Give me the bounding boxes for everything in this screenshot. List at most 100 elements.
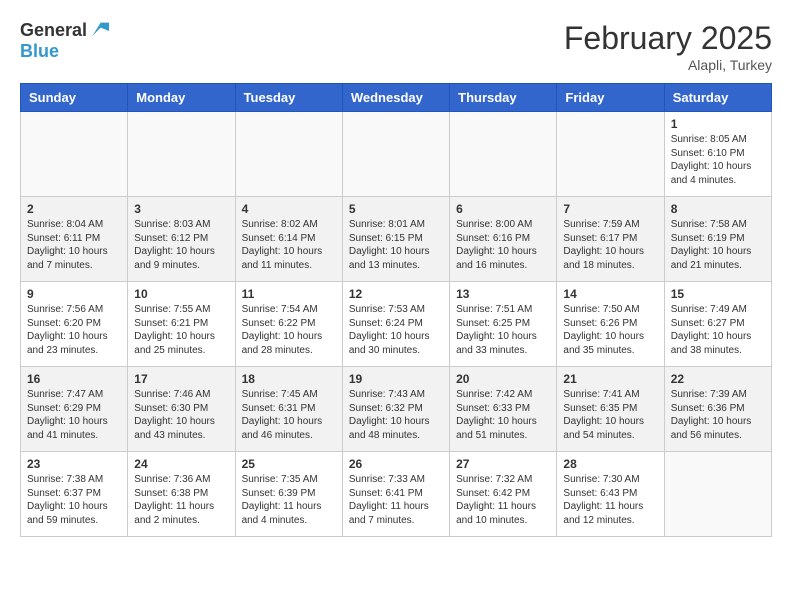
day-number: 16	[27, 372, 121, 386]
day-info: Sunrise: 7:47 AM Sunset: 6:29 PM Dayligh…	[27, 388, 121, 442]
calendar-day	[450, 112, 557, 197]
calendar-day: 21 Sunrise: 7:41 AM Sunset: 6:35 PM Dayli…	[557, 367, 664, 452]
day-number: 26	[349, 457, 443, 471]
day-info: Sunrise: 8:05 AM Sunset: 6:10 PM Dayligh…	[671, 133, 765, 187]
calendar-day: 23 Sunrise: 7:38 AM Sunset: 6:37 PM Dayli…	[21, 452, 128, 537]
calendar-week-row: 1 Sunrise: 8:05 AM Sunset: 6:10 PM Daylig…	[21, 112, 772, 197]
day-number: 7	[563, 202, 657, 216]
day-number: 6	[456, 202, 550, 216]
calendar-day	[664, 452, 771, 537]
calendar-day: 2 Sunrise: 8:04 AM Sunset: 6:11 PM Daylig…	[21, 197, 128, 282]
calendar-day: 28 Sunrise: 7:30 AM Sunset: 6:43 PM Dayli…	[557, 452, 664, 537]
calendar-day: 18 Sunrise: 7:45 AM Sunset: 6:31 PM Dayli…	[235, 367, 342, 452]
day-number: 22	[671, 372, 765, 386]
calendar-day: 24Sunrise: 7:36 AM Sunset: 6:38 PM Dayli…	[128, 452, 235, 537]
weekday-header-thursday: Thursday	[450, 84, 557, 112]
logo-general-text: General	[20, 20, 87, 41]
weekday-header-tuesday: Tuesday	[235, 84, 342, 112]
day-info: Sunrise: 7:32 AM Sunset: 6:42 PM Dayligh…	[456, 473, 550, 527]
day-number: 27	[456, 457, 550, 471]
day-number: 21	[563, 372, 657, 386]
day-number: 13	[456, 287, 550, 301]
day-info: Sunrise: 7:58 AM Sunset: 6:19 PM Dayligh…	[671, 218, 765, 272]
calendar-day	[21, 112, 128, 197]
day-info: Sunrise: 7:49 AM Sunset: 6:27 PM Dayligh…	[671, 303, 765, 357]
calendar-day: 13Sunrise: 7:51 AM Sunset: 6:25 PM Dayli…	[450, 282, 557, 367]
day-number: 10	[134, 287, 228, 301]
day-number: 11	[242, 287, 336, 301]
weekday-header-monday: Monday	[128, 84, 235, 112]
day-number: 12	[349, 287, 443, 301]
day-info: Sunrise: 8:00 AM Sunset: 6:16 PM Dayligh…	[456, 218, 550, 272]
calendar-day	[557, 112, 664, 197]
day-number: 19	[349, 372, 443, 386]
day-info: Sunrise: 7:55 AM Sunset: 6:21 PM Dayligh…	[134, 303, 228, 357]
day-info: Sunrise: 7:30 AM Sunset: 6:43 PM Dayligh…	[563, 473, 657, 527]
day-number: 8	[671, 202, 765, 216]
day-info: Sunrise: 8:03 AM Sunset: 6:12 PM Dayligh…	[134, 218, 228, 272]
calendar-day: 10 Sunrise: 7:55 AM Sunset: 6:21 PM Dayli…	[128, 282, 235, 367]
day-number: 2	[27, 202, 121, 216]
calendar-day: 9Sunrise: 7:56 AM Sunset: 6:20 PM Daylig…	[21, 282, 128, 367]
calendar-day: 8 Sunrise: 7:58 AM Sunset: 6:19 PM Daylig…	[664, 197, 771, 282]
day-info: Sunrise: 7:42 AM Sunset: 6:33 PM Dayligh…	[456, 388, 550, 442]
day-number: 28	[563, 457, 657, 471]
day-info: Sunrise: 7:54 AM Sunset: 6:22 PM Dayligh…	[242, 303, 336, 357]
calendar-day: 19 Sunrise: 7:43 AM Sunset: 6:32 PM Dayli…	[342, 367, 449, 452]
calendar-week-row: 9Sunrise: 7:56 AM Sunset: 6:20 PM Daylig…	[21, 282, 772, 367]
month-title: February 2025	[564, 20, 772, 57]
calendar-day	[235, 112, 342, 197]
day-number: 3	[134, 202, 228, 216]
day-info: Sunrise: 7:38 AM Sunset: 6:37 PM Dayligh…	[27, 473, 121, 527]
logo-blue-text: Blue	[20, 41, 59, 62]
calendar-day: 20Sunrise: 7:42 AM Sunset: 6:33 PM Dayli…	[450, 367, 557, 452]
day-info: Sunrise: 7:56 AM Sunset: 6:20 PM Dayligh…	[27, 303, 121, 357]
day-info: Sunrise: 7:39 AM Sunset: 6:36 PM Dayligh…	[671, 388, 765, 442]
calendar-day: 3 Sunrise: 8:03 AM Sunset: 6:12 PM Daylig…	[128, 197, 235, 282]
day-info: Sunrise: 7:59 AM Sunset: 6:17 PM Dayligh…	[563, 218, 657, 272]
calendar-day: 7 Sunrise: 7:59 AM Sunset: 6:17 PM Daylig…	[557, 197, 664, 282]
calendar-header-row: SundayMondayTuesdayWednesdayThursdayFrid…	[21, 84, 772, 112]
calendar-day: 12 Sunrise: 7:53 AM Sunset: 6:24 PM Dayli…	[342, 282, 449, 367]
day-number: 18	[242, 372, 336, 386]
day-number: 25	[242, 457, 336, 471]
title-block: February 2025 Alapli, Turkey	[564, 20, 772, 73]
day-number: 14	[563, 287, 657, 301]
day-info: Sunrise: 7:53 AM Sunset: 6:24 PM Dayligh…	[349, 303, 443, 357]
page-header: General Blue February 2025 Alapli, Turke…	[20, 20, 772, 73]
calendar-table: SundayMondayTuesdayWednesdayThursdayFrid…	[20, 83, 772, 537]
weekday-header-wednesday: Wednesday	[342, 84, 449, 112]
weekday-header-saturday: Saturday	[664, 84, 771, 112]
day-number: 24	[134, 457, 228, 471]
day-number: 5	[349, 202, 443, 216]
day-info: Sunrise: 8:02 AM Sunset: 6:14 PM Dayligh…	[242, 218, 336, 272]
calendar-day: 15 Sunrise: 7:49 AM Sunset: 6:27 PM Dayli…	[664, 282, 771, 367]
day-number: 17	[134, 372, 228, 386]
logo: General Blue	[20, 20, 109, 62]
logo-icon	[89, 21, 109, 41]
subtitle: Alapli, Turkey	[564, 57, 772, 73]
day-number: 23	[27, 457, 121, 471]
day-info: Sunrise: 7:45 AM Sunset: 6:31 PM Dayligh…	[242, 388, 336, 442]
calendar-day: 6 Sunrise: 8:00 AM Sunset: 6:16 PM Daylig…	[450, 197, 557, 282]
day-info: Sunrise: 7:33 AM Sunset: 6:41 PM Dayligh…	[349, 473, 443, 527]
day-info: Sunrise: 7:46 AM Sunset: 6:30 PM Dayligh…	[134, 388, 228, 442]
day-info: Sunrise: 7:43 AM Sunset: 6:32 PM Dayligh…	[349, 388, 443, 442]
calendar-day: 4 Sunrise: 8:02 AM Sunset: 6:14 PM Daylig…	[235, 197, 342, 282]
day-info: Sunrise: 8:04 AM Sunset: 6:11 PM Dayligh…	[27, 218, 121, 272]
calendar-week-row: 16 Sunrise: 7:47 AM Sunset: 6:29 PM Dayli…	[21, 367, 772, 452]
calendar-day: 16 Sunrise: 7:47 AM Sunset: 6:29 PM Dayli…	[21, 367, 128, 452]
day-info: Sunrise: 7:35 AM Sunset: 6:39 PM Dayligh…	[242, 473, 336, 527]
day-number: 1	[671, 117, 765, 131]
day-number: 15	[671, 287, 765, 301]
calendar-day: 1 Sunrise: 8:05 AM Sunset: 6:10 PM Daylig…	[664, 112, 771, 197]
calendar-day	[342, 112, 449, 197]
day-info: Sunrise: 7:41 AM Sunset: 6:35 PM Dayligh…	[563, 388, 657, 442]
day-number: 4	[242, 202, 336, 216]
calendar-day: 5Sunrise: 8:01 AM Sunset: 6:15 PM Daylig…	[342, 197, 449, 282]
calendar-day	[128, 112, 235, 197]
calendar-day: 17 Sunrise: 7:46 AM Sunset: 6:30 PM Dayli…	[128, 367, 235, 452]
weekday-header-friday: Friday	[557, 84, 664, 112]
day-info: Sunrise: 7:50 AM Sunset: 6:26 PM Dayligh…	[563, 303, 657, 357]
calendar-day: 26 Sunrise: 7:33 AM Sunset: 6:41 PM Dayli…	[342, 452, 449, 537]
